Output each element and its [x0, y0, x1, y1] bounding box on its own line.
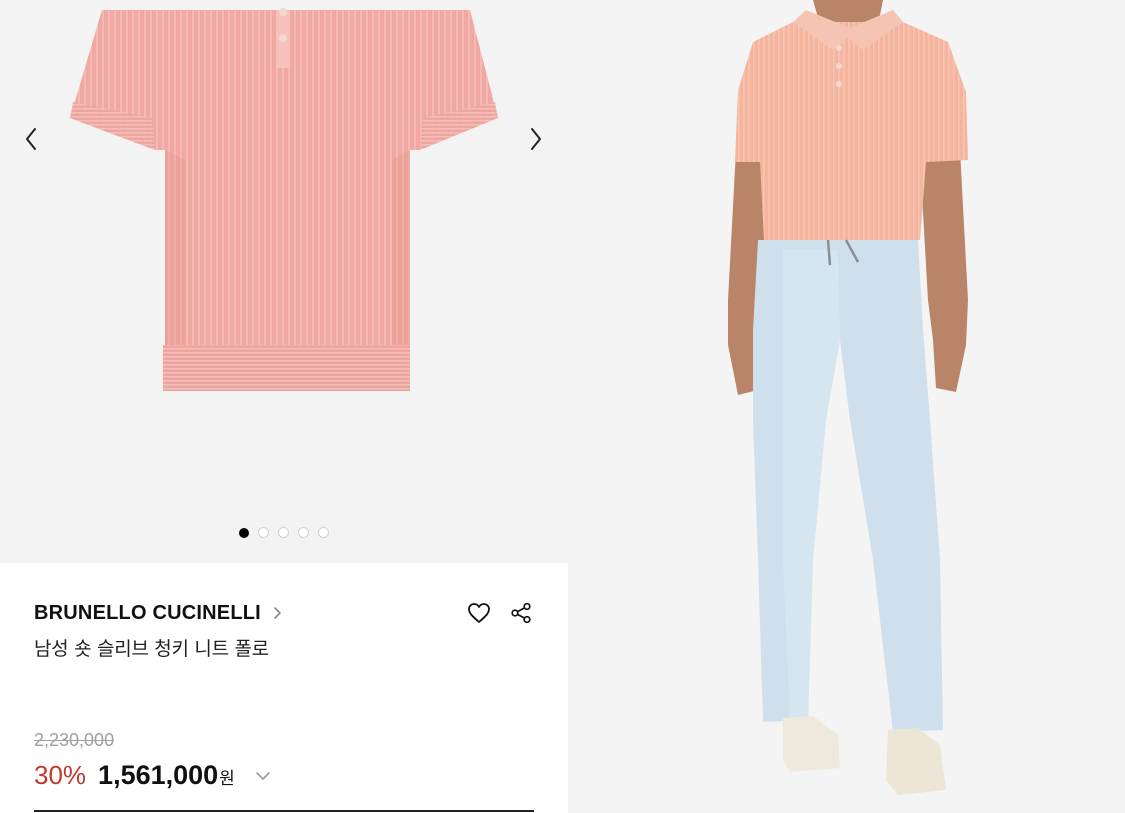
- product-name: 남성 숏 슬리브 청키 니트 폴로: [34, 638, 269, 660]
- sale-price: 1,561,000: [98, 760, 219, 790]
- heart-icon: [468, 603, 490, 623]
- gallery-dot-5[interactable]: [318, 527, 329, 538]
- share-button[interactable]: [508, 600, 534, 626]
- price-row: 30% 1,561,000 원: [34, 760, 271, 791]
- gallery-dot-4[interactable]: [298, 527, 309, 538]
- brand-link[interactable]: BRUNELLO CUCINELLI: [34, 602, 261, 625]
- product-actions: [466, 600, 534, 626]
- divider: [34, 810, 534, 812]
- model-photo-illustration: [728, 0, 968, 795]
- currency-unit: 원: [219, 769, 235, 789]
- product-image-gallery[interactable]: [0, 0, 568, 563]
- gallery-dot-3[interactable]: [278, 527, 289, 538]
- original-price: 2,230,000: [34, 730, 115, 750]
- model-image: [568, 0, 1125, 813]
- brand-chevron-icon[interactable]: [273, 606, 282, 620]
- discount-rate: 30%: [34, 760, 87, 790]
- gallery-dot-2[interactable]: [258, 527, 269, 538]
- share-icon: [511, 602, 531, 624]
- product-image-knit-polo: [70, 8, 498, 391]
- chevron-down-icon: [256, 771, 270, 780]
- product-info: BRUNELLO CUCINELLI 남성 숏 슬리브 청키 니트 폴로: [34, 598, 534, 661]
- gallery-next-button[interactable]: [522, 124, 550, 154]
- gallery-dot-1[interactable]: [239, 527, 249, 538]
- gallery-pagination: [0, 527, 568, 538]
- brand-row: BRUNELLO CUCINELLI: [34, 598, 534, 628]
- chevron-left-icon: [26, 128, 36, 150]
- gallery-prev-button[interactable]: [17, 124, 45, 154]
- wishlist-button[interactable]: [466, 600, 492, 626]
- price-details-toggle[interactable]: [255, 771, 271, 781]
- product-detail-panel: BRUNELLO CUCINELLI 남성 숏 슬리브 청키 니트 폴로 2,2…: [0, 0, 568, 813]
- chevron-right-icon: [531, 128, 541, 150]
